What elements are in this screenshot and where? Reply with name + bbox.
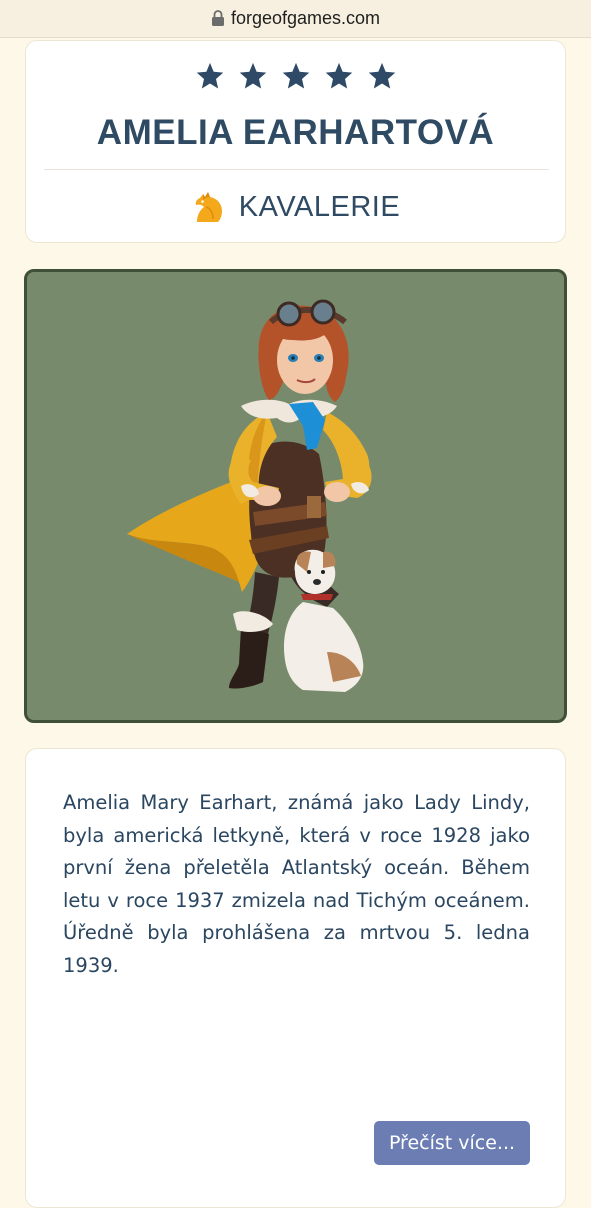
read-more-button[interactable]: Přečíst více...	[374, 1121, 530, 1165]
url-domain: forgeofgames.com	[230, 8, 381, 28]
star-icon	[325, 62, 352, 89]
hero-description: Amelia Mary Earhart, známá jako Lady Lin…	[63, 791, 530, 977]
star-icon	[239, 62, 266, 89]
hero-header-card: AMELIA EARHARTOVÁ KAVALERIE	[25, 40, 566, 243]
hero-description-card: Amelia Mary Earhart, známá jako Lady Lin…	[25, 748, 566, 1208]
header-divider	[44, 169, 549, 170]
hero-name: AMELIA EARHARTOVÁ	[96, 113, 495, 152]
hero-portrait	[127, 299, 372, 692]
horse-head-icon	[195, 192, 222, 222]
browser-url-bar[interactable]: forgeofgames.com	[0, 0, 591, 38]
hero-portrait-frame	[24, 269, 567, 723]
star-icon	[196, 62, 223, 89]
star-rating	[26, 61, 565, 91]
lock-icon	[211, 9, 224, 26]
hero-class: KAVALERIE	[26, 189, 565, 225]
star-icon	[282, 62, 309, 89]
star-icon	[368, 62, 395, 89]
class-label: KAVALERIE	[238, 190, 401, 223]
